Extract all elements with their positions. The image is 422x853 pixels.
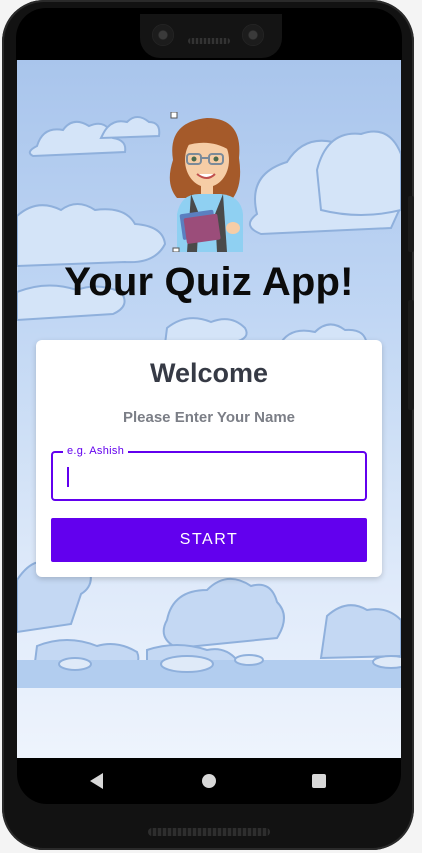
- home-circle-icon[interactable]: [202, 774, 216, 788]
- earpiece-speaker: [188, 38, 230, 44]
- name-input[interactable]: [53, 453, 365, 499]
- app-screen: Your Quiz App! Welcome Please Enter Your…: [17, 60, 401, 758]
- welcome-card: Welcome Please Enter Your Name e.g. Ashi…: [36, 340, 382, 577]
- front-sensor-icon: [242, 24, 264, 46]
- bottom-speaker: [148, 828, 270, 836]
- app-title: Your Quiz App!: [64, 260, 354, 304]
- welcome-heading: Welcome: [149, 358, 269, 388]
- name-field[interactable]: e.g. Ashish: [51, 444, 367, 501]
- device-stage: Your Quiz App! Welcome Please Enter Your…: [0, 0, 422, 853]
- name-prompt: Please Enter Your Name: [122, 409, 296, 426]
- back-triangle-icon[interactable]: [90, 773, 103, 789]
- recents-square-icon[interactable]: [312, 774, 326, 788]
- front-camera-icon: [152, 24, 174, 46]
- power-button: [408, 300, 414, 410]
- teacher-illustration: [169, 112, 243, 252]
- system-nav-bar: [17, 758, 401, 804]
- volume-button: [408, 196, 414, 252]
- start-button[interactable]: START: [51, 518, 367, 562]
